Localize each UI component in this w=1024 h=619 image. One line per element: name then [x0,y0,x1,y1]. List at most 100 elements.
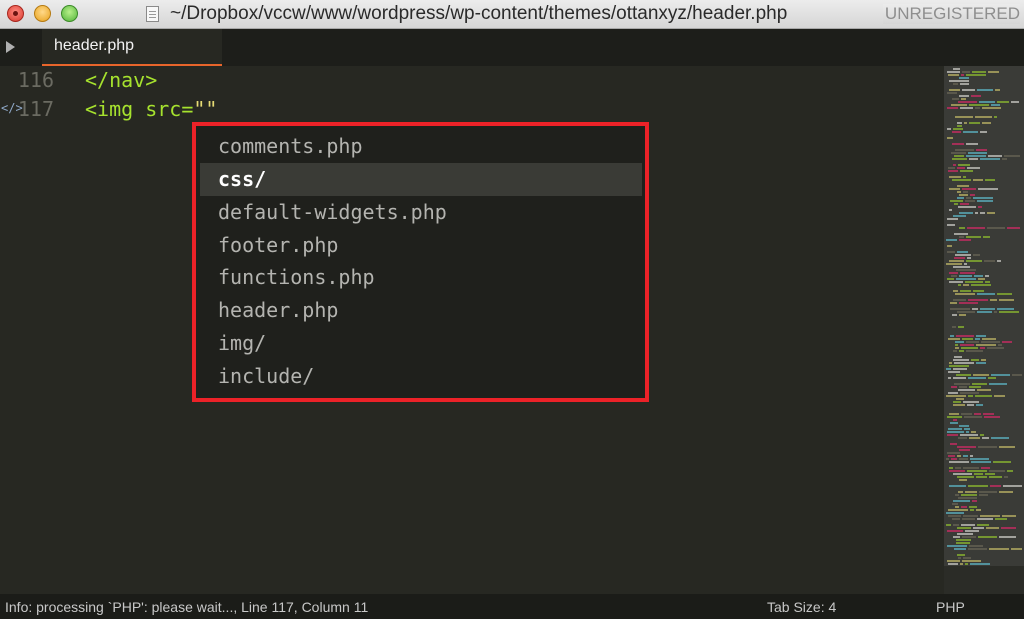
minimap-code-line [971,284,991,286]
minimap-code-line [961,98,966,100]
autocomplete-item[interactable]: header.php [200,294,642,327]
minimap-code-line [971,95,981,97]
status-bar: Info: processing `PHP': please wait..., … [0,594,1024,619]
minimap-code-line [948,377,951,379]
minimap-code-line [946,395,966,397]
autocomplete-item[interactable]: footer.php [200,229,642,262]
minimap-code-line [967,257,971,259]
minimap-code-line [978,446,997,448]
minimap-code-line [1011,101,1019,103]
tab-size-selector[interactable]: Tab Size: 4 [767,599,836,615]
autocomplete-item[interactable]: include/ [200,360,642,393]
minimap-code-line [966,431,969,433]
minimap-code-line [973,254,980,256]
minimap-code-line [966,143,978,145]
minimap-code-line [960,563,963,565]
minimap-code-line [985,179,995,181]
minimap-code-line [985,275,989,277]
minimap-code-line [960,434,978,436]
minimap-code-line [947,71,960,73]
autocomplete-item[interactable]: img/ [200,327,642,360]
minimap[interactable] [944,66,1024,594]
minimap-code-line [976,362,986,364]
minimap-code-line [991,437,1009,439]
minimap-code-line [970,509,974,511]
autocomplete-popup: comments.php css/ default-widgets.php fo… [192,122,649,402]
minimap-code-line [980,308,995,310]
minimap-code-line [968,548,987,550]
minimap-code-line [966,350,983,352]
minimap-code-line [974,473,983,475]
minimap-code-line [968,485,988,487]
minimap-viewport[interactable] [944,66,1024,566]
minimap-code-line [979,494,988,496]
minimap-code-line [954,383,970,385]
minimap-code-line [960,107,973,109]
minimap-code-line [966,74,986,76]
minimap-code-line [965,200,975,202]
minimap-code-line [960,170,973,172]
minimap-code-line [997,293,1012,295]
minimap-code-line [1001,527,1016,529]
document-proxy-icon[interactable] [146,6,159,22]
minimap-code-line [974,413,981,415]
minimap-code-line [987,212,995,214]
minimap-code-line [957,122,962,124]
minimap-code-line [965,563,968,565]
minimap-code-line [997,101,1009,103]
minimap-code-line [962,188,976,190]
tab-header-php[interactable]: header.php [42,29,222,66]
autocomplete-item-selected[interactable]: css/ [200,163,642,196]
minimap-code-line [957,191,961,193]
minimap-code-line [961,347,978,349]
minimap-code-line [982,338,996,340]
minimap-code-line [976,509,981,511]
minimap-code-line [959,239,971,241]
close-window-button[interactable] [7,5,24,22]
minimap-code-line [963,284,969,286]
minimap-code-line [954,203,958,205]
minimap-code-line [957,446,976,448]
autocomplete-item[interactable]: comments.php [200,130,642,163]
minimap-code-line [959,314,966,316]
minimap-code-line [957,476,974,478]
zoom-window-button[interactable] [61,5,78,22]
minimap-code-line [969,386,981,388]
minimap-code-line [947,452,960,454]
minimap-code-line [953,290,958,292]
minimap-code-line [967,167,980,169]
minimap-code-line [988,377,996,379]
minimap-code-line [972,71,986,73]
minimap-code-line [962,89,975,91]
sidebar-toggle-icon[interactable] [6,41,15,53]
minimap-code-line [959,77,969,79]
minimap-code-line [966,260,982,262]
minimap-code-line [946,263,962,265]
autocomplete-item[interactable]: functions.php [200,261,642,294]
minimap-code-line [991,374,1010,376]
minimap-code-line [953,215,966,217]
autocomplete-item[interactable]: default-widgets.php [200,196,642,229]
minimap-code-line [990,485,1001,487]
minimap-code-line [1012,374,1022,376]
minimap-code-line [957,197,964,199]
minimap-code-line [989,476,1002,478]
minimap-code-line [946,458,949,460]
minimap-code-line [969,122,980,124]
minimap-code-line [991,104,1000,106]
minimap-code-line [953,350,957,352]
minimap-code-line [999,311,1019,313]
minimap-code-line [953,128,963,130]
syntax-selector[interactable]: PHP [936,599,965,615]
minimap-code-line [963,557,971,559]
minimap-code-line [954,362,974,364]
minimap-code-line [947,545,967,547]
minimize-window-button[interactable] [34,5,51,22]
minimap-code-line [995,89,1000,91]
minimap-code-line [958,437,967,439]
minimap-code-line [949,209,952,211]
minimap-code-line [956,398,964,400]
minimap-code-line [960,272,975,274]
minimap-code-line [948,428,962,430]
minimap-code-line [953,68,960,70]
